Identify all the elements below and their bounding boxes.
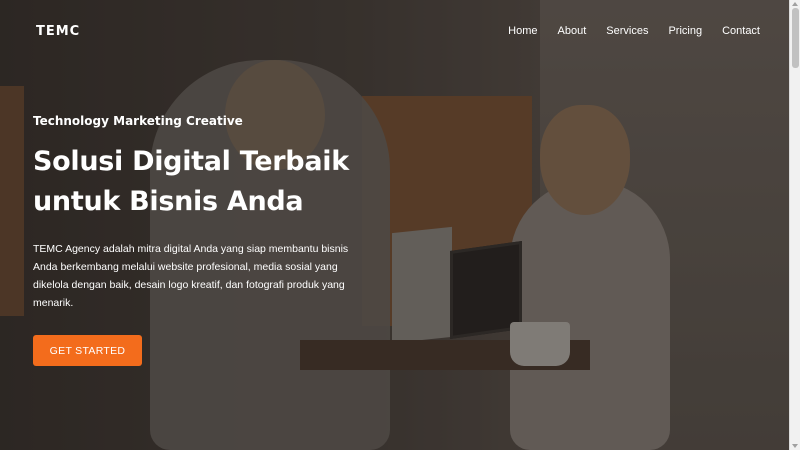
nav-item-contact[interactable]: Contact (722, 25, 760, 37)
site-header: TEMC Home About Services Pricing Contact (0, 0, 789, 64)
nav-item-home[interactable]: Home (508, 25, 537, 37)
brand-logo[interactable]: TEMC (36, 24, 80, 39)
main-nav: Home About Services Pricing Contact (508, 25, 760, 37)
hero-description: TEMC Agency adalah mitra digital Anda ya… (33, 243, 349, 309)
hero-headline: Solusi Digital Terbaik untuk Bisnis Anda (33, 142, 373, 222)
nav-item-about[interactable]: About (558, 25, 587, 37)
get-started-button[interactable]: GET STARTED (33, 335, 142, 366)
page-scrollbar[interactable] (789, 0, 800, 450)
hero-tagline: Technology Marketing Creative (33, 114, 243, 128)
nav-item-services[interactable]: Services (606, 25, 648, 37)
hero-content: Technology Marketing Creative Solusi Dig… (33, 114, 373, 312)
nav-item-pricing[interactable]: Pricing (668, 25, 702, 37)
hero-headline-line: Solusi Digital Terbaik (33, 146, 349, 177)
scroll-up-arrow-icon[interactable] (792, 2, 798, 6)
hero-headline-line: untuk Bisnis Anda (33, 186, 304, 217)
scroll-down-arrow-icon[interactable] (792, 444, 798, 448)
scroll-thumb[interactable] (792, 8, 799, 68)
